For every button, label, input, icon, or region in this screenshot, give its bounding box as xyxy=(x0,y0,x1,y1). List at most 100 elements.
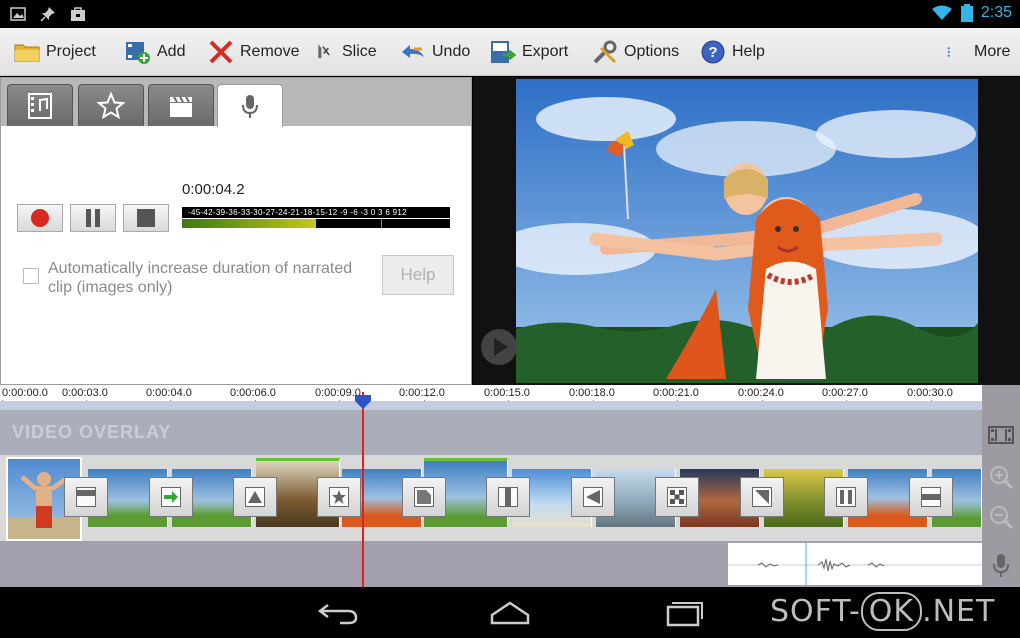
tab-narration[interactable] xyxy=(217,84,283,127)
recent-apps-icon[interactable] xyxy=(660,597,708,627)
wrench-screwdriver-icon xyxy=(593,40,617,64)
audio-track[interactable] xyxy=(0,541,982,587)
transition-button[interactable] xyxy=(402,477,446,517)
pause-icon xyxy=(86,209,100,227)
stop-button[interactable] xyxy=(123,204,169,232)
slice-icon xyxy=(318,44,330,59)
undo-button[interactable]: Undo xyxy=(400,28,470,76)
auto-duration-label: Automatically increase duration of narra… xyxy=(48,260,353,296)
home-icon[interactable] xyxy=(486,597,534,627)
back-icon[interactable] xyxy=(314,597,362,627)
ruler-label: 0:00:00.0 xyxy=(2,387,48,399)
battery-icon xyxy=(960,4,973,22)
help-circle-icon: ? xyxy=(701,40,725,64)
add-button[interactable]: Add xyxy=(125,28,185,76)
audio-track-mic-icon[interactable] xyxy=(987,551,1015,579)
transition-bars-icon xyxy=(836,487,856,507)
playhead[interactable] xyxy=(362,392,364,587)
level-meter-peak xyxy=(381,219,382,228)
elapsed-time: 0:00:04.2 xyxy=(182,181,245,198)
main-toolbar: Project Add Remove Slice Undo Export Opt… xyxy=(0,28,1020,76)
timeline-side-controls xyxy=(982,385,1020,587)
narration-panel: 0:00:04.2 -45-42-39-36-33-30-27-24-21-18… xyxy=(0,77,472,385)
transition-triangle-icon xyxy=(245,487,265,507)
remove-x-icon xyxy=(209,40,233,64)
options-button[interactable]: Options xyxy=(592,28,679,76)
panel-tabs xyxy=(1,78,471,127)
ruler-label: 0:00:09.0 xyxy=(315,387,361,399)
export-button[interactable]: Export xyxy=(490,28,568,76)
narration-clip[interactable] xyxy=(728,543,982,585)
audio-waveform xyxy=(728,543,982,585)
svg-text:?: ? xyxy=(708,44,717,61)
video-preview[interactable] xyxy=(473,77,1020,385)
more-button[interactable]: More xyxy=(946,28,1010,76)
transition-band-icon xyxy=(921,487,941,507)
transition-button[interactable] xyxy=(909,477,953,517)
narration-help-button[interactable]: Help xyxy=(382,255,454,295)
transition-button[interactable] xyxy=(486,477,530,517)
transition-diagonal-icon xyxy=(752,487,772,507)
play-button[interactable] xyxy=(481,329,517,365)
transition-slide-left-icon xyxy=(583,487,603,507)
transition-button[interactable] xyxy=(655,477,699,517)
watermark: SOFT- OK .NET xyxy=(770,592,996,631)
export-icon xyxy=(491,41,516,63)
tab-effects[interactable] xyxy=(78,84,144,126)
pin-icon xyxy=(40,7,55,22)
slice-button[interactable]: Slice xyxy=(316,28,377,76)
gallery-icon xyxy=(10,7,26,21)
add-media-icon xyxy=(126,42,150,64)
shopping-bag-icon xyxy=(71,7,85,21)
transition-button[interactable] xyxy=(233,477,277,517)
record-icon xyxy=(31,209,49,227)
zoom-out-icon[interactable] xyxy=(987,503,1015,531)
project-button[interactable]: Project xyxy=(14,28,96,76)
ruler-band xyxy=(0,401,982,410)
transition-button[interactable] xyxy=(571,477,615,517)
preview-image xyxy=(516,79,978,383)
stop-icon xyxy=(137,209,155,227)
video-track[interactable] xyxy=(0,455,982,541)
video-overlay-track[interactable]: VIDEO OVERLAY xyxy=(0,410,982,455)
tab-transitions[interactable] xyxy=(148,84,214,126)
folder-icon xyxy=(14,44,40,62)
status-bar: 2:35 xyxy=(0,0,1020,28)
playhead-handle-icon[interactable] xyxy=(355,395,371,409)
transition-button[interactable] xyxy=(149,477,193,517)
transition-page-curl-icon xyxy=(414,487,434,507)
transition-button[interactable] xyxy=(824,477,868,517)
film-music-icon xyxy=(28,92,52,119)
play-icon xyxy=(494,338,508,356)
film-strip-icon[interactable] xyxy=(987,421,1015,449)
transition-button[interactable] xyxy=(740,477,784,517)
level-meter-scale: -45-42-39-36-33-30-27-24-21-18-15-12 -9 … xyxy=(182,207,450,218)
ruler-label: 0:00:21.0 xyxy=(653,387,699,399)
auto-duration-checkbox[interactable] xyxy=(23,268,39,284)
transition-button[interactable] xyxy=(64,477,108,517)
level-meter xyxy=(182,219,450,228)
clapperboard-icon xyxy=(170,95,192,117)
overlay-track-label: VIDEO OVERLAY xyxy=(12,422,172,442)
remove-button[interactable]: Remove xyxy=(208,28,300,76)
help-button[interactable]: ? Help xyxy=(700,28,765,76)
overflow-menu-icon xyxy=(947,47,950,57)
transition-button[interactable] xyxy=(317,477,361,517)
ruler-label: 0:00:18.0 xyxy=(569,387,615,399)
transition-checker-icon xyxy=(667,487,687,507)
ruler-label: 0:00:03.0 xyxy=(62,387,108,399)
record-button[interactable] xyxy=(17,204,63,232)
level-meter-fill xyxy=(182,219,316,228)
ruler-label: 0:00:27.0 xyxy=(822,387,868,399)
star-icon xyxy=(96,90,126,119)
microphone-icon xyxy=(242,95,258,118)
ruler-label: 0:00:24.0 xyxy=(738,387,784,399)
app-screen: 2:35 Project Add Remove Slice Undo Expor… xyxy=(0,0,1020,638)
ruler-label: 0:00:12.0 xyxy=(399,387,445,399)
zoom-in-icon[interactable] xyxy=(987,463,1015,491)
pause-button[interactable] xyxy=(70,204,116,232)
undo-icon xyxy=(402,45,424,58)
tab-media[interactable] xyxy=(7,84,73,126)
transition-star-icon xyxy=(329,487,349,507)
transition-arrow-icon xyxy=(161,487,181,507)
